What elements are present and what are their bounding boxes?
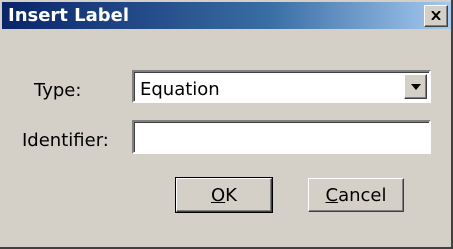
type-combobox[interactable]: Equation	[132, 70, 431, 103]
title-bar[interactable]: Insert Label	[2, 2, 451, 29]
window-title: Insert Label	[8, 5, 130, 26]
type-combobox-value: Equation	[140, 79, 220, 100]
ok-label-rest: K	[225, 185, 237, 206]
identifier-label: Identifier:	[22, 130, 109, 151]
chevron-down-icon	[411, 84, 421, 90]
identifier-input[interactable]	[132, 120, 431, 154]
close-button[interactable]	[424, 5, 448, 27]
type-label: Type:	[34, 80, 82, 101]
ok-accelerator: O	[211, 185, 226, 206]
cancel-button[interactable]: Cancel	[308, 178, 404, 212]
insert-label-dialog: Insert Label Type: Equation Identifier: …	[0, 0, 453, 249]
cancel-label-rest: ancel	[338, 185, 387, 206]
ok-button[interactable]: OK	[175, 177, 273, 213]
cancel-accelerator: C	[325, 185, 339, 206]
type-dropdown-button[interactable]	[404, 74, 427, 99]
close-icon	[431, 11, 441, 20]
